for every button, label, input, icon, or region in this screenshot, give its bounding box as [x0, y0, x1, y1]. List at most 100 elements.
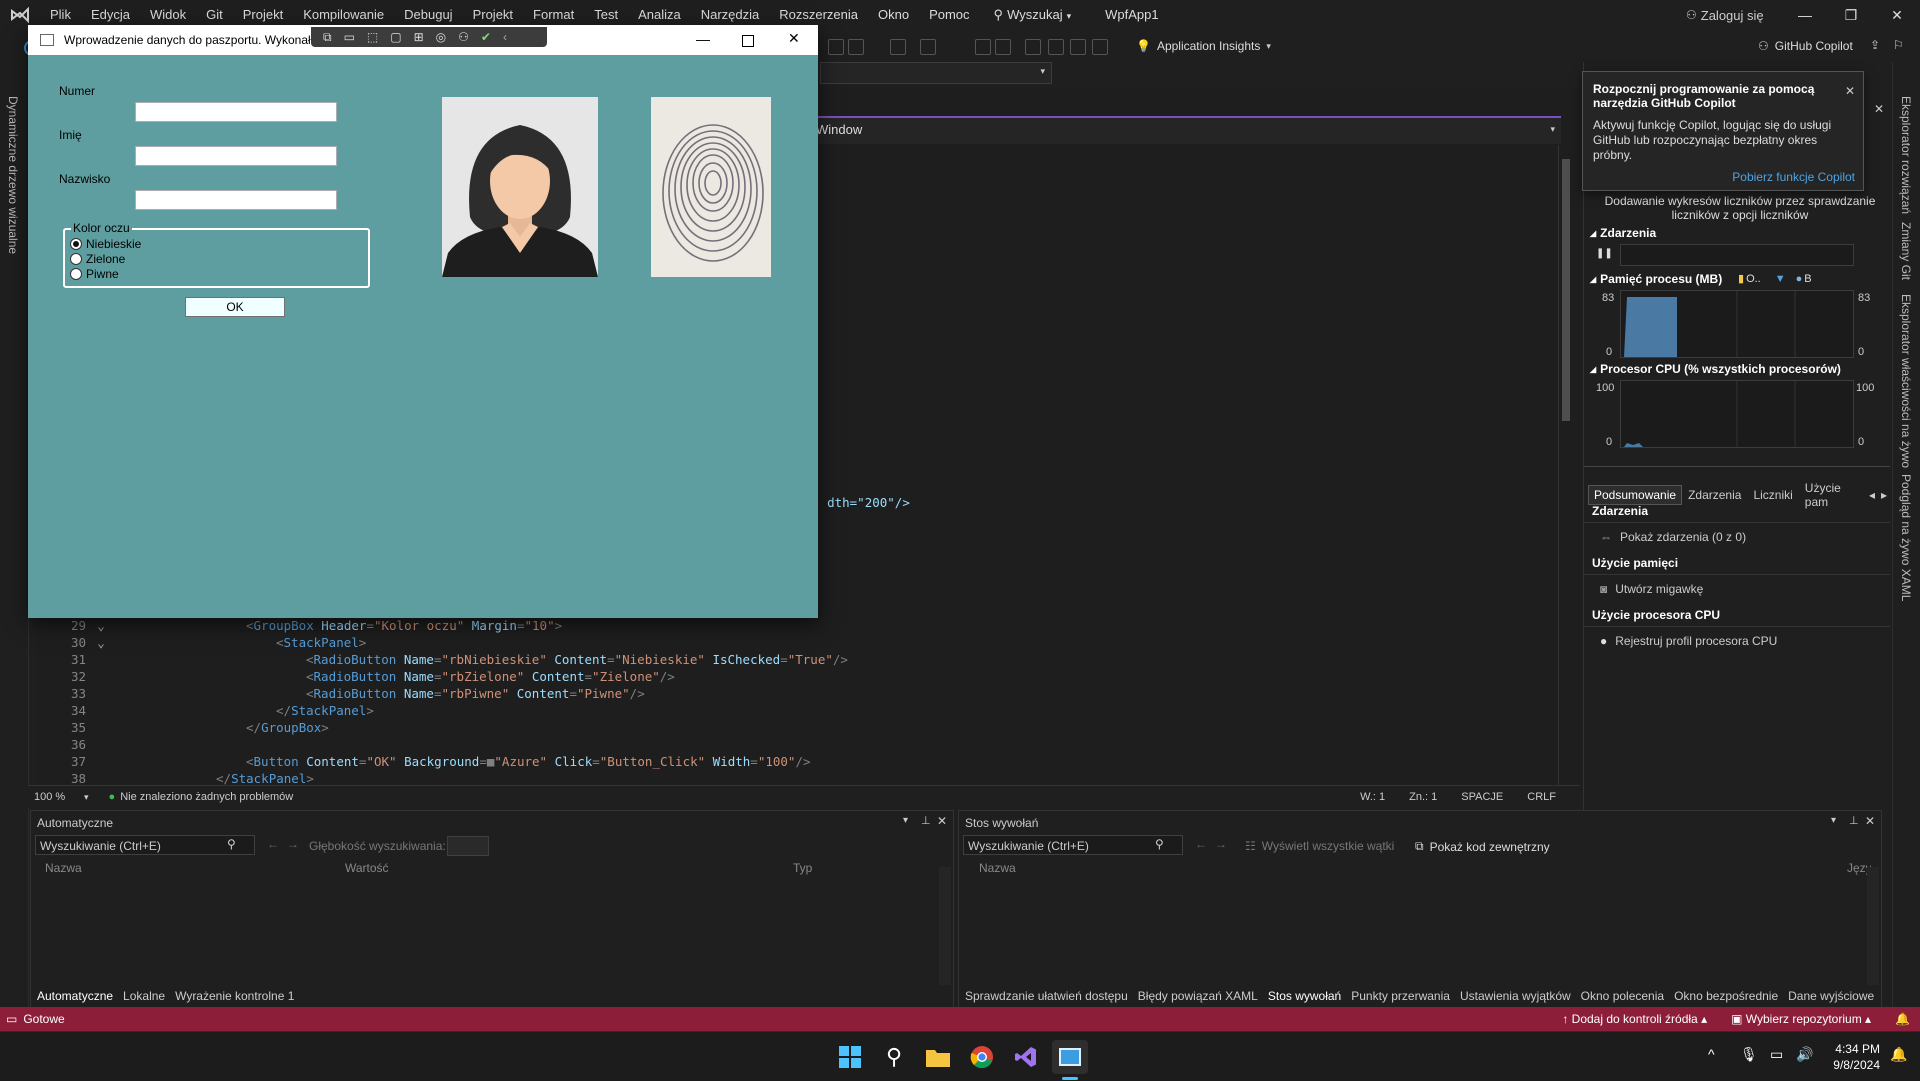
- code-line[interactable]: 34 </StackPanel>: [36, 702, 1556, 719]
- binding-failures-icon[interactable]: ◎: [436, 30, 446, 44]
- scrollbar-thumb[interactable]: [1562, 159, 1570, 421]
- close-button[interactable]: ✕: [1874, 0, 1920, 30]
- code-line[interactable]: 31 <RadioButton Name="rbNiebieskie" Conte…: [36, 651, 1556, 668]
- search-icon[interactable]: ⚲: [876, 1040, 912, 1074]
- menu-window[interactable]: Okno: [868, 0, 919, 30]
- feedback-icon[interactable]: ⚐: [1893, 38, 1904, 52]
- autos-scrollbar[interactable]: [939, 867, 951, 985]
- notifications-icon[interactable]: 🔔: [1895, 1012, 1910, 1026]
- line-ending[interactable]: CRLF: [1527, 791, 1556, 803]
- accessibility-icon[interactable]: ⚇: [458, 30, 469, 44]
- close-icon[interactable]: ✕: [1845, 84, 1855, 98]
- first-name-input[interactable]: [135, 146, 337, 166]
- solution-explorer-tab[interactable]: Eksplorator rozwiązań: [1899, 96, 1913, 214]
- toolbar-icon[interactable]: [1025, 39, 1041, 55]
- tab-locals[interactable]: Lokalne: [123, 989, 165, 1003]
- ok-button[interactable]: OK: [185, 297, 285, 317]
- column-type[interactable]: Typ: [793, 861, 812, 875]
- fold-chevron-icon[interactable]: ⌄: [86, 618, 116, 633]
- chevron-down-icon[interactable]: ▾: [903, 815, 908, 826]
- indent-mode[interactable]: SPACJE: [1461, 791, 1503, 803]
- minimize-button[interactable]: —: [696, 31, 710, 47]
- close-icon[interactable]: ✕: [1865, 814, 1875, 828]
- application-insights-button[interactable]: 💡 Application Insights ▾: [1136, 30, 1271, 62]
- code-line[interactable]: 37 <Button Content="OK" Background=■"Azur…: [36, 753, 1556, 770]
- chrome-icon[interactable]: [964, 1040, 1000, 1074]
- maximize-button[interactable]: [742, 35, 754, 47]
- autos-search-input[interactable]: Wyszukiwanie (Ctrl+E): [35, 835, 255, 855]
- tab-call-stack[interactable]: Stos wywołań: [1268, 989, 1341, 1003]
- search-icon[interactable]: ⚲: [1155, 837, 1164, 851]
- tab-output[interactable]: Dane wyjściowe: [1788, 989, 1874, 1003]
- toolbar-icon[interactable]: [1092, 39, 1108, 55]
- code-line[interactable]: 29 ⌄ <GroupBox Header="Kolor oczu" Margin=…: [36, 617, 1556, 634]
- collapse-toolbar-icon[interactable]: ‹: [503, 30, 507, 44]
- record-icon[interactable]: ▭: [344, 30, 355, 44]
- callstack-search-input[interactable]: Wyszukiwanie (Ctrl+E): [963, 835, 1183, 855]
- tab-summary[interactable]: Podsumowanie: [1588, 485, 1683, 505]
- select-element-icon[interactable]: ⬚: [367, 30, 378, 44]
- tab-events[interactable]: Zdarzenia: [1682, 485, 1747, 505]
- clock[interactable]: 4:34 PM 9/8/2024: [1824, 1041, 1880, 1073]
- chevron-right-icon[interactable]: ▸: [1878, 487, 1890, 503]
- tab-accessibility-checker[interactable]: Sprawdzanie ułatwień dostępu: [965, 989, 1128, 1003]
- show-events-link[interactable]: ⇔ Pokaż zdarzenia (0 z 0): [1600, 530, 1746, 544]
- tab-breakpoints[interactable]: Punkty przerwania: [1351, 989, 1450, 1003]
- tab-xaml-binding-failures[interactable]: Błędy powiązań XAML: [1138, 989, 1258, 1003]
- zoom-level[interactable]: 100 %: [34, 791, 84, 803]
- search-depth-select[interactable]: [447, 836, 489, 856]
- volume-icon[interactable]: 🔊: [1796, 1046, 1813, 1063]
- tab-autos[interactable]: Automatyczne: [37, 989, 113, 1003]
- code-line[interactable]: 32 <RadioButton Name="rbZielone" Content=…: [36, 668, 1556, 685]
- record-cpu-profile-button[interactable]: ● Rejestruj profil procesora CPU: [1600, 634, 1777, 648]
- go-to-live-visual-tree-icon[interactable]: ⧉: [323, 30, 332, 45]
- radio-button[interactable]: [70, 253, 82, 265]
- notification-bell-icon[interactable]: 🔔: [1890, 1046, 1907, 1063]
- live-property-explorer-tab[interactable]: Eksplorator właściwości na żywo: [1899, 294, 1913, 468]
- code-line[interactable]: 30 ⌄ <StackPanel>: [36, 634, 1556, 651]
- restore-button[interactable]: ❐: [1828, 0, 1874, 30]
- column-value[interactable]: Wartość: [345, 861, 389, 875]
- check-status-icon[interactable]: ✔: [481, 30, 491, 44]
- add-to-source-control-button[interactable]: ↑ Dodaj do kontroli źródła ▴: [1562, 1012, 1707, 1026]
- back-arrow-icon[interactable]: ←: [1195, 837, 1207, 851]
- toolbar-icon[interactable]: [890, 39, 906, 55]
- last-name-input[interactable]: [135, 190, 337, 210]
- toolbar-icon[interactable]: [1048, 39, 1064, 55]
- back-arrow-icon[interactable]: ←: [267, 837, 279, 851]
- visual-studio-icon[interactable]: [1008, 1040, 1044, 1074]
- microphone-icon[interactable]: 🎙: [1740, 1046, 1758, 1063]
- chevron-up-icon[interactable]: ^: [1708, 1046, 1715, 1062]
- file-explorer-icon[interactable]: [920, 1040, 956, 1074]
- search-icon[interactable]: ⚲: [227, 837, 236, 851]
- tab-memory-usage[interactable]: Użycie pam: [1799, 478, 1866, 512]
- git-changes-tab[interactable]: Zmiany Git: [1899, 222, 1913, 280]
- editor-scrollbar[interactable]: [1558, 145, 1573, 785]
- tab-watch[interactable]: Wyrażenie kontrolne 1: [175, 989, 294, 1003]
- toolbar-icon[interactable]: [995, 39, 1011, 55]
- select-repository-button[interactable]: ▣ Wybierz repozytorium ▴: [1731, 1012, 1871, 1026]
- code-line[interactable]: 33 <RadioButton Name="rbPiwne" Content="P…: [36, 685, 1556, 702]
- menu-search[interactable]: ⚲ Wyszukaj ▾: [980, 0, 1082, 31]
- minimize-button[interactable]: —: [1782, 0, 1828, 30]
- display-adorners-icon[interactable]: ▢: [390, 30, 401, 44]
- close-icon[interactable]: ✕: [937, 814, 947, 828]
- login-button[interactable]: ⚇ Zaloguj się: [1686, 0, 1764, 30]
- pin-icon[interactable]: ⊥: [921, 814, 931, 827]
- toolbar-icon[interactable]: [848, 39, 864, 55]
- config-dropdown[interactable]: ▾: [820, 62, 1052, 84]
- copilot-download-link[interactable]: Pobierz funkcje Copilot: [1732, 170, 1855, 184]
- close-button[interactable]: ✕: [788, 30, 800, 47]
- radio-green[interactable]: Zielone: [70, 252, 125, 266]
- close-icon[interactable]: ✕: [1874, 102, 1884, 116]
- events-section-title[interactable]: ◢ Zdarzenia: [1590, 226, 1656, 240]
- xaml-live-preview-tab[interactable]: Podgląd na żywo XAML: [1899, 474, 1913, 601]
- problems-status[interactable]: Nie znaleziono żadnych problemów: [120, 791, 293, 803]
- code-line[interactable]: 35 </GroupBox>: [36, 719, 1556, 736]
- fold-chevron-icon[interactable]: ⌄: [86, 635, 116, 650]
- chevron-down-icon[interactable]: ▾: [1831, 815, 1836, 826]
- track-focus-icon[interactable]: ⊞: [414, 30, 424, 44]
- show-all-threads-button[interactable]: ☷ Wyświetl wszystkie wątki: [1245, 839, 1394, 853]
- chevron-down-icon[interactable]: ▾: [1550, 124, 1555, 135]
- live-visual-tree-tab[interactable]: Dynamiczne drzewo wizualne: [6, 96, 20, 254]
